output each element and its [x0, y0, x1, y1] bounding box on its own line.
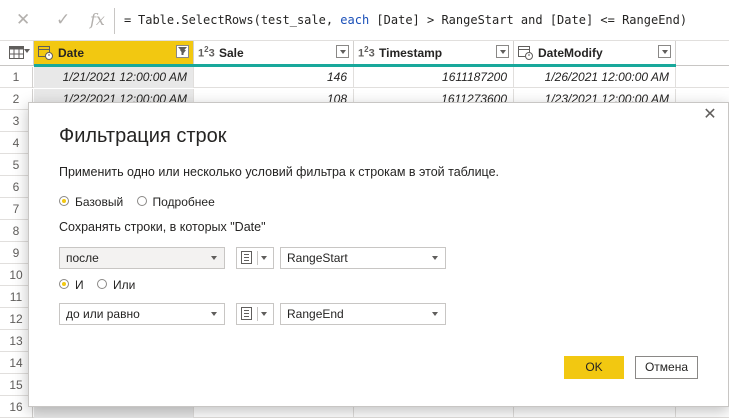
column-header-sale[interactable]: 123 Sale — [194, 41, 354, 65]
dialog-description: Применить одно или несколько условий фил… — [59, 165, 499, 179]
keep-rows-label: Сохранять строки, в которых "Date" — [59, 220, 266, 234]
filter-rows-dialog: ✕ Фильтрация строк Применить одно или не… — [28, 102, 729, 407]
condition2-type-button[interactable] — [236, 303, 274, 325]
basic-radio[interactable]: Базовый — [59, 195, 123, 209]
parameter-icon — [241, 307, 252, 320]
radio-dot — [136, 196, 147, 206]
column-dropdown-button[interactable] — [496, 45, 509, 58]
row-number[interactable]: 1 — [0, 67, 33, 88]
logic-radio-group: И Или — [59, 278, 145, 292]
radio-dot — [59, 196, 69, 206]
mode-radio-group: Базовый Подробнее — [59, 195, 225, 209]
table-cell-date[interactable]: 1/21/2021 12:00:00 AM — [34, 67, 194, 88]
column-header-datemodify[interactable]: DateModify — [514, 41, 676, 65]
cancel-button[interactable]: Отмена — [635, 356, 698, 379]
column-header-timestamp[interactable]: 123 Timestamp — [354, 41, 514, 65]
chevron-down-icon — [211, 256, 217, 260]
or-radio-label: Или — [112, 278, 136, 292]
column-label: DateModify — [538, 46, 603, 60]
number-type-icon: 123 — [198, 45, 215, 60]
chevron-down-icon — [261, 312, 267, 316]
formula-pre: Table.SelectRows(test_sale, — [138, 13, 341, 27]
column-label: Timestamp — [379, 46, 443, 60]
chevron-down-icon — [432, 312, 438, 316]
table-cell-timestamp[interactable]: 1611187200 — [354, 67, 514, 88]
operator-value: до или равно — [66, 307, 140, 321]
fx-icon[interactable]: fx — [90, 10, 105, 30]
divider — [257, 307, 258, 321]
column-label: Date — [58, 46, 85, 60]
value-text: RangeEnd — [287, 307, 344, 321]
value-text: RangeStart — [287, 251, 348, 265]
condition1-value-select[interactable]: RangeStart — [280, 247, 446, 269]
filter-icon — [178, 47, 187, 55]
calendar-clock-icon — [38, 46, 53, 60]
formula-equals: = — [124, 13, 132, 27]
table-menu-button[interactable] — [0, 41, 34, 65]
chevron-down-icon — [432, 256, 438, 260]
filter-dropdown-button[interactable] — [176, 45, 189, 58]
and-radio-label: И — [75, 278, 84, 292]
dialog-title: Фильтрация строк — [59, 125, 227, 147]
or-radio[interactable]: Или — [96, 278, 136, 292]
calendar-clock-icon — [518, 46, 533, 60]
advanced-radio-label: Подробнее — [152, 195, 215, 209]
formula-post: [Date] > RangeStart and [Date] <= RangeE… — [369, 13, 688, 27]
column-dropdown-button[interactable] — [658, 45, 671, 58]
table-cell-modify[interactable]: 1/26/2021 12:00:00 AM — [514, 67, 676, 88]
operator-value: после — [66, 251, 99, 265]
check-icon[interactable]: ✓ — [56, 10, 70, 30]
radio-dot — [96, 279, 107, 289]
table-row[interactable]: 1 1/21/2021 12:00:00 AM 146 1611187200 1/26/… — [0, 67, 729, 88]
divider — [257, 251, 258, 265]
x-icon[interactable]: ✕ — [16, 10, 30, 30]
chevron-down-icon — [261, 256, 267, 260]
chevron-down-icon — [24, 49, 30, 53]
advanced-radio[interactable]: Подробнее — [136, 195, 215, 209]
number-type-icon: 123 — [358, 45, 375, 60]
formula-bar: ✕ ✓ fx = Table.SelectRows(test_sale, eac… — [0, 0, 729, 42]
condition2-value-select[interactable]: RangeEnd — [280, 303, 446, 325]
parameter-icon — [241, 251, 252, 264]
ok-button[interactable]: OK — [564, 356, 624, 379]
condition1-type-button[interactable] — [236, 247, 274, 269]
condition1-operator-select[interactable]: после — [59, 247, 225, 269]
column-dropdown-button[interactable] — [336, 45, 349, 58]
table-cell-sale[interactable]: 146 — [194, 67, 354, 88]
formula-input[interactable]: Table.SelectRows(test_sale, each [Date] … — [138, 13, 687, 27]
table-icon — [9, 46, 24, 59]
column-header-date[interactable]: Date — [34, 41, 194, 65]
basic-radio-label: Базовый — [75, 195, 124, 209]
condition2-operator-select[interactable]: до или равно — [59, 303, 225, 325]
formula-divider — [114, 8, 115, 34]
grid-header: Date 123 Sale 123 Timestamp DateModify — [0, 40, 729, 66]
column-label: Sale — [219, 46, 244, 60]
and-radio[interactable]: И — [59, 278, 84, 292]
close-icon[interactable]: ✕ — [702, 107, 718, 123]
chevron-down-icon — [211, 312, 217, 316]
formula-keyword: each — [340, 13, 370, 27]
radio-dot — [59, 279, 69, 289]
